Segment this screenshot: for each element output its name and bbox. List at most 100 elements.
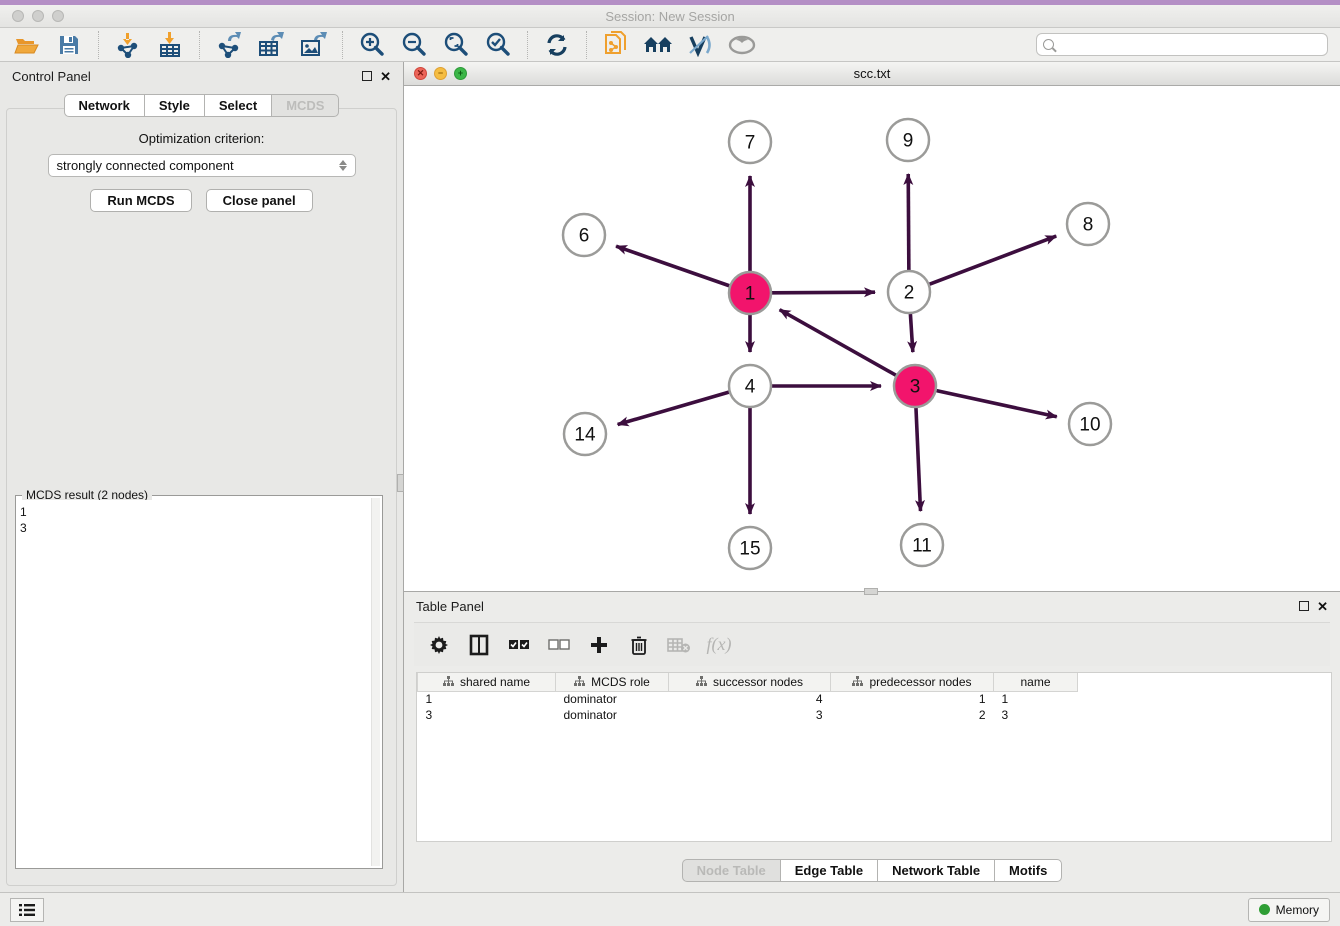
zoom-out-button[interactable] bbox=[395, 30, 433, 60]
node-1[interactable]: 1 bbox=[729, 272, 771, 314]
column-header-MCDS-role[interactable]: MCDS role bbox=[556, 673, 669, 691]
search-input[interactable] bbox=[1059, 38, 1321, 52]
tab-motifs[interactable]: Motifs bbox=[994, 859, 1062, 882]
cell-MCDS-role[interactable]: dominator bbox=[556, 691, 669, 707]
search-box[interactable] bbox=[1036, 33, 1328, 56]
float-panel-icon[interactable] bbox=[362, 71, 372, 81]
column-header-name[interactable]: name bbox=[994, 673, 1078, 691]
table-options-button[interactable] bbox=[426, 632, 452, 658]
nested-networks-button[interactable] bbox=[639, 30, 677, 60]
cell-predecessor-nodes[interactable]: 2 bbox=[831, 707, 994, 723]
cell-predecessor-nodes[interactable]: 1 bbox=[831, 691, 994, 707]
node-label: 1 bbox=[745, 284, 756, 305]
network-view-window: ✕ − + scc.txt 7 9 6 8 1 2 4 3 14 10 15 11 bbox=[404, 62, 1340, 592]
delete-columns-button[interactable] bbox=[626, 632, 652, 658]
node-10[interactable]: 10 bbox=[1069, 403, 1111, 445]
toolbar-separator bbox=[98, 31, 99, 59]
horizontal-splitter-handle[interactable] bbox=[864, 588, 878, 595]
edge-3-11[interactable] bbox=[916, 408, 921, 511]
export-image-button[interactable] bbox=[294, 30, 332, 60]
panel-splitter-handle[interactable] bbox=[397, 474, 404, 492]
task-history-button[interactable] bbox=[10, 898, 44, 922]
tab-edge-table[interactable]: Edge Table bbox=[780, 859, 877, 882]
result-scrollbar[interactable] bbox=[371, 498, 380, 866]
cell-shared-name[interactable]: 3 bbox=[418, 707, 556, 723]
edge-2-3[interactable] bbox=[910, 314, 912, 352]
zoom-in-button[interactable] bbox=[353, 30, 391, 60]
network-canvas[interactable]: 7 9 6 8 1 2 4 3 14 10 15 11 bbox=[404, 86, 1340, 591]
node-8[interactable]: 8 bbox=[1067, 203, 1109, 245]
cell-successor-nodes[interactable]: 3 bbox=[669, 707, 831, 723]
edge-1-6[interactable] bbox=[616, 246, 729, 286]
tab-select[interactable]: Select bbox=[204, 94, 271, 117]
cell-shared-name[interactable]: 1 bbox=[418, 691, 556, 707]
column-header-shared-name[interactable]: shared name bbox=[418, 673, 556, 691]
export-network-button[interactable] bbox=[210, 30, 248, 60]
cell-name[interactable]: 1 bbox=[994, 691, 1078, 707]
mcds-result-text[interactable]: 13 bbox=[20, 500, 370, 866]
hide-graphics-details-button[interactable] bbox=[681, 30, 719, 60]
edge-2-8[interactable] bbox=[930, 236, 1057, 284]
run-mcds-button[interactable]: Run MCDS bbox=[90, 189, 191, 212]
table-row[interactable]: 3dominator323 bbox=[418, 707, 1094, 723]
memory-button[interactable]: Memory bbox=[1248, 898, 1330, 922]
save-session-button[interactable] bbox=[50, 30, 88, 60]
show-graphics-details-button[interactable] bbox=[723, 30, 761, 60]
table-row[interactable]: 1dominator411 bbox=[418, 691, 1094, 707]
cell-successor-nodes[interactable]: 4 bbox=[669, 691, 831, 707]
node-7[interactable]: 7 bbox=[729, 121, 771, 163]
node-14[interactable]: 14 bbox=[564, 413, 606, 455]
edge-3-10[interactable] bbox=[936, 391, 1056, 417]
node-9[interactable]: 9 bbox=[887, 119, 929, 161]
toolbar-separator bbox=[199, 31, 200, 59]
node-11[interactable]: 11 bbox=[901, 524, 943, 566]
mcds-result-group: MCDS result (2 nodes) 13 bbox=[15, 495, 383, 869]
eye-icon bbox=[728, 35, 756, 55]
import-network-button[interactable] bbox=[109, 30, 147, 60]
deselect-all-rows-button[interactable] bbox=[546, 632, 572, 658]
node-3[interactable]: 3 bbox=[894, 365, 936, 407]
tab-mcds[interactable]: MCDS bbox=[271, 94, 339, 117]
edge-4-14[interactable] bbox=[618, 392, 729, 424]
node-6[interactable]: 6 bbox=[563, 214, 605, 256]
column-header-successor-nodes[interactable]: successor nodes bbox=[669, 673, 831, 691]
add-column-button[interactable] bbox=[586, 632, 612, 658]
node-4[interactable]: 4 bbox=[729, 365, 771, 407]
save-icon bbox=[58, 34, 80, 56]
result-line: 3 bbox=[20, 520, 370, 536]
zoom-fit-button[interactable] bbox=[437, 30, 475, 60]
network-window-titlebar[interactable]: ✕ − + scc.txt bbox=[404, 62, 1340, 86]
network-maximize-button[interactable]: + bbox=[454, 67, 467, 80]
edge-2-9[interactable] bbox=[908, 174, 909, 270]
export-table-button[interactable] bbox=[252, 30, 290, 60]
float-table-panel-icon[interactable] bbox=[1299, 601, 1309, 611]
apply-layout-button[interactable] bbox=[538, 30, 576, 60]
cell-name[interactable]: 3 bbox=[994, 707, 1078, 723]
select-all-rows-button[interactable] bbox=[506, 632, 532, 658]
column-header-predecessor-nodes[interactable]: predecessor nodes bbox=[831, 673, 994, 691]
column-selector-button[interactable] bbox=[466, 632, 492, 658]
clone-network-button[interactable] bbox=[597, 30, 635, 60]
node-table[interactable]: shared nameMCDS rolesuccessor nodesprede… bbox=[416, 672, 1332, 842]
cell-MCDS-role[interactable]: dominator bbox=[556, 707, 669, 723]
edge-1-2[interactable] bbox=[772, 292, 875, 293]
window-title: Session: New Session bbox=[0, 9, 1340, 24]
node-2[interactable]: 2 bbox=[888, 271, 930, 313]
close-panel-button[interactable]: Close panel bbox=[206, 189, 313, 212]
node-15[interactable]: 15 bbox=[729, 527, 771, 569]
open-session-button[interactable] bbox=[8, 30, 46, 60]
zoom-selected-button[interactable] bbox=[479, 30, 517, 60]
criterion-select[interactable]: strongly connected component bbox=[48, 154, 356, 177]
function-builder-button: f(x) bbox=[706, 632, 732, 658]
tab-network-table[interactable]: Network Table bbox=[877, 859, 994, 882]
tab-node-table[interactable]: Node Table bbox=[682, 859, 780, 882]
network-window-title: scc.txt bbox=[404, 66, 1340, 81]
network-close-button[interactable]: ✕ bbox=[414, 67, 427, 80]
close-table-panel-icon[interactable]: ✕ bbox=[1317, 600, 1328, 613]
edge-3-1[interactable] bbox=[780, 310, 896, 376]
tab-style[interactable]: Style bbox=[144, 94, 204, 117]
close-panel-icon[interactable]: ✕ bbox=[380, 70, 391, 83]
import-table-button[interactable] bbox=[151, 30, 189, 60]
network-minimize-button[interactable]: − bbox=[434, 67, 447, 80]
tab-network[interactable]: Network bbox=[64, 94, 144, 117]
